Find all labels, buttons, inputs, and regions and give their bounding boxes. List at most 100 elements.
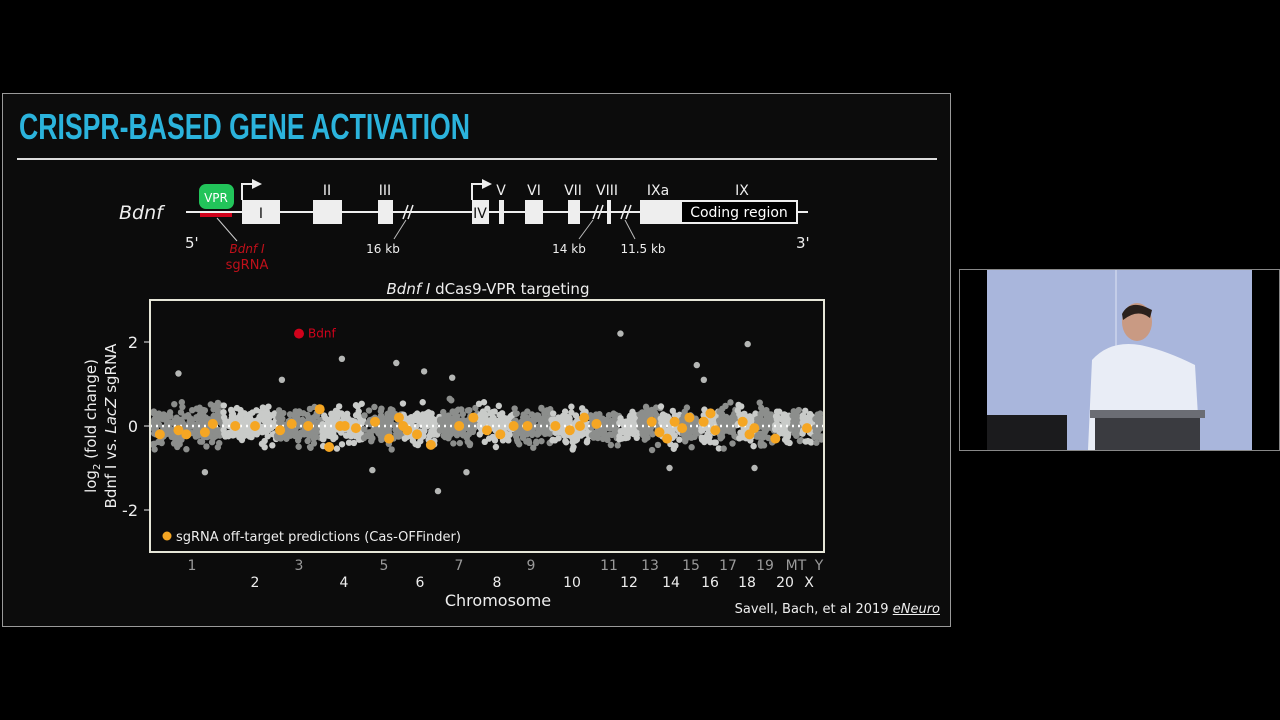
y-axis-label-2: Bdnf I vs. LacZ sgRNA [102,343,120,509]
off-target-point [698,416,709,427]
off-target-point [425,439,436,450]
gene-point [456,439,464,447]
off-target-point [684,412,695,423]
gene-point [430,431,437,438]
gene-point [639,409,646,416]
gene-point [150,440,158,447]
gene-point [335,403,343,410]
gene-point [480,399,488,406]
five-prime: 5' [185,234,199,252]
gene-point [811,433,818,441]
off-target-point [199,427,210,438]
outlier-point [449,374,456,381]
sgrna-label-1: Bdnf I [229,242,264,256]
gene-point [654,441,662,449]
gene-point [648,446,656,454]
gene-point [763,407,770,414]
x-tick-label: 16 [701,575,719,591]
off-target-point [579,412,590,423]
gene-point [160,415,167,423]
gene-point [249,409,256,416]
gene-point [412,416,420,424]
x-tick-label: Y [814,558,824,574]
gene-point [442,417,449,425]
off-target-point [350,423,361,434]
x-tick-label: 10 [563,575,581,591]
slide: CRISPR-BASED GENE ACTIVATION Bdnf VPR Bd… [2,93,951,627]
gene-point [525,437,532,445]
gene-point [479,408,487,415]
gene-point [295,443,302,450]
gene-point [607,441,615,449]
x-tick-label: 5 [380,558,389,574]
gene-point [190,422,198,430]
gene-point [453,412,461,420]
exon-V [499,200,504,224]
gene-point [399,400,407,407]
sgrna-pointer [216,217,238,242]
off-target-point [402,425,413,436]
vpr-label: VPR [204,191,228,205]
gene-point [333,414,341,421]
gene-point [445,412,452,419]
gene-point [386,410,393,417]
gene-point [747,415,754,423]
gene-point [220,414,228,421]
gene-point [657,403,665,410]
x-tick-label: 8 [493,575,502,591]
gene-point [202,414,209,421]
gene-point [498,412,505,420]
exon-III [378,200,393,224]
gene-point [757,410,764,417]
gene-point [304,437,311,445]
gene-point [524,408,531,415]
exon-label: VIII [596,183,618,199]
gene-point [592,429,600,437]
off-target-point [339,421,350,431]
gene-point [603,432,610,439]
off-target-point [250,421,261,431]
gene-point [781,411,788,418]
citation: Savell, Bach, et al 2019 eNeuro [735,602,940,617]
gene-point [419,399,426,406]
gene-point [319,435,326,443]
gene-point [720,445,727,452]
x-tick-label: X [804,575,814,591]
gene-point [723,427,731,434]
exon-VIII [607,200,611,224]
gene-point [562,439,570,446]
gene-point [790,418,797,425]
gene-point [216,439,223,447]
gene-point [618,435,626,442]
exon-label: IV [473,206,487,222]
gene-point [551,437,559,444]
gene-point [177,409,185,416]
gene-point [352,412,360,419]
gene-point [376,429,383,437]
y-tick-label: 0 [128,417,138,436]
outlier-point [175,370,182,377]
off-target-point [230,421,241,431]
off-target-point [770,433,781,444]
gene-point [569,446,576,453]
exon-VII [568,200,580,224]
off-target-point [468,412,479,423]
gene-point [759,434,767,441]
gene-point [237,432,244,439]
exon-label: V [496,183,506,199]
y-axis-label-1: log2 (fold change) [82,359,103,493]
gene-point [669,407,677,415]
gene-point [155,410,163,417]
gene-point [813,439,820,446]
gene-point [365,407,373,414]
gene-point [414,410,421,417]
off-target-point [710,425,721,436]
gene-point [629,418,636,426]
gene-point [285,430,293,437]
gene-point [572,436,580,444]
gene-point [233,404,241,412]
gene-point [371,403,378,411]
x-tick-label: 15 [682,558,700,574]
gene-point [534,412,541,419]
gene-point [354,403,361,410]
